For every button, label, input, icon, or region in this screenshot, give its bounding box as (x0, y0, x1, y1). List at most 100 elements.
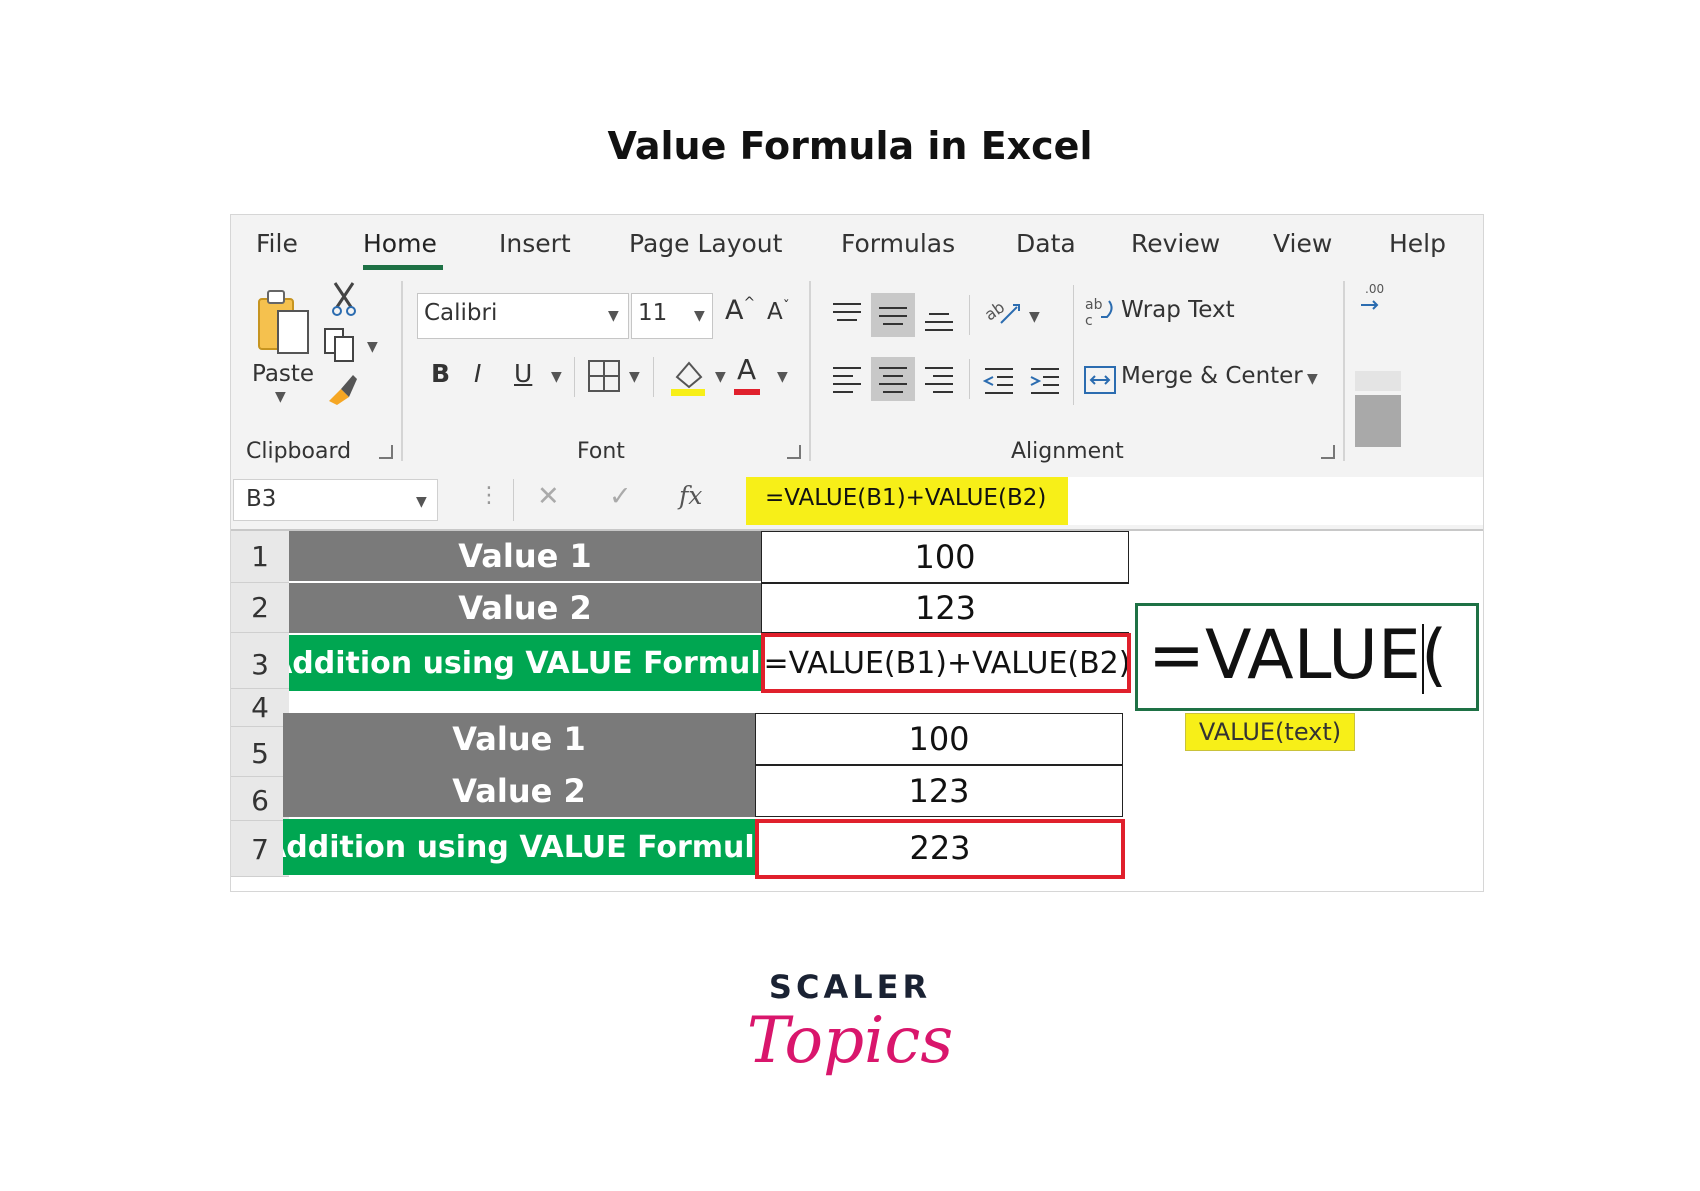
label-cell-addition[interactable]: Addition using VALUE Formula (289, 635, 761, 691)
font-name-value: Calibri (424, 300, 498, 326)
align-right-icon[interactable] (923, 363, 957, 397)
cancel-icon[interactable]: ✕ (537, 481, 560, 512)
font-color-swatch (734, 389, 760, 395)
value-cell-b2[interactable]: 123 (761, 583, 1129, 633)
scaler-logo-text: SCALER (768, 968, 932, 1006)
label-cell-value-1[interactable]: Value 1 (283, 713, 755, 765)
increase-decimal-icon[interactable]: .00 (1359, 279, 1389, 315)
svg-text:c: c (1085, 313, 1093, 329)
ribbon-scroll-area (1355, 371, 1401, 391)
borders-dropdown-icon[interactable]: ▼ (629, 369, 640, 385)
name-box[interactable]: B3 ▼ (233, 479, 438, 521)
tab-formulas[interactable]: Formulas (841, 229, 955, 258)
wrap-text-icon[interactable]: ab c (1083, 295, 1117, 329)
borders-icon[interactable] (587, 359, 621, 393)
orientation-dropdown-icon[interactable]: ▼ (1029, 309, 1040, 325)
tab-review[interactable]: Review (1131, 229, 1220, 258)
enter-icon[interactable]: ✓ (609, 481, 632, 512)
bold-button[interactable]: B (431, 359, 450, 388)
increase-indent-icon[interactable] (1029, 363, 1063, 397)
menu-tab-bar: File Home Insert Page Layout Formulas Da… (231, 215, 1483, 271)
separator (969, 359, 970, 399)
tab-home[interactable]: Home (363, 229, 437, 258)
row-header[interactable]: 2 (231, 583, 289, 633)
separator (809, 281, 811, 461)
label-cell-value-2[interactable]: Value 2 (289, 583, 761, 633)
name-box-dropdown-icon[interactable]: ▼ (416, 494, 427, 510)
italic-button[interactable]: I (474, 359, 481, 388)
fill-color-dropdown-icon[interactable]: ▼ (715, 369, 726, 385)
value-cell-b6[interactable]: 123 (755, 765, 1123, 817)
wrap-text-button[interactable]: Wrap Text (1121, 297, 1235, 323)
ribbon-scroll-thumb[interactable] (1355, 395, 1401, 447)
fill-color-icon[interactable] (669, 355, 709, 397)
formula-bar: B3 ▼ ⋮ ✕ ✓ fx =VALUE(B1)+VALUE(B2) (231, 473, 1483, 529)
label-cell-addition[interactable]: Addition using VALUE Formula (283, 819, 755, 875)
increase-font-icon[interactable]: A^ (725, 295, 755, 326)
font-size-value: 11 (638, 300, 668, 326)
active-tab-indicator (363, 265, 443, 270)
value-cell-b5[interactable]: 100 (755, 713, 1123, 765)
underline-dropdown-icon[interactable]: ▼ (551, 369, 562, 385)
align-center-icon[interactable] (877, 363, 911, 397)
paste-dropdown-icon[interactable]: ▼ (275, 389, 286, 405)
separator (574, 357, 575, 397)
copy-dropdown-icon[interactable]: ▼ (367, 339, 378, 355)
separator (401, 281, 403, 461)
tab-file[interactable]: File (256, 229, 298, 258)
tab-view[interactable]: View (1273, 229, 1332, 258)
merge-center-dropdown-icon[interactable]: ▼ (1307, 371, 1318, 387)
svg-text:.00: .00 (1365, 282, 1384, 296)
svg-text:ab: ab (1085, 297, 1103, 313)
value-cell-b1[interactable]: 100 (761, 531, 1129, 583)
font-color-icon[interactable]: A (737, 353, 756, 386)
font-name-select[interactable]: Calibri ▼ (417, 293, 629, 339)
top-align-icon[interactable] (831, 299, 865, 333)
label-cell-value-1[interactable]: Value 1 (289, 531, 761, 581)
tab-data[interactable]: Data (1016, 229, 1076, 258)
excel-screenshot: File Home Insert Page Layout Formulas Da… (230, 214, 1484, 892)
row-header[interactable]: 4 (231, 689, 289, 727)
font-color-dropdown-icon[interactable]: ▼ (777, 369, 788, 385)
middle-align-icon[interactable] (877, 299, 911, 333)
insert-function-icon[interactable]: fx (679, 481, 702, 510)
tab-help[interactable]: Help (1389, 229, 1446, 258)
separator (653, 357, 654, 397)
align-left-icon[interactable] (831, 363, 865, 397)
decrease-indent-icon[interactable] (983, 363, 1017, 397)
decrease-font-icon[interactable]: Aˇ (767, 299, 790, 325)
paste-button[interactable] (256, 287, 316, 357)
separator (1343, 281, 1345, 461)
bottom-align-icon[interactable] (923, 299, 957, 333)
format-painter-icon[interactable] (325, 371, 361, 407)
merge-center-button[interactable]: Merge & Center (1121, 363, 1303, 389)
font-size-select[interactable]: 11 ▼ (631, 293, 713, 339)
font-name-dropdown-icon[interactable]: ▼ (608, 308, 619, 324)
alignment-launcher-icon[interactable] (1321, 445, 1335, 459)
separator (513, 479, 514, 521)
row-header[interactable]: 1 (231, 531, 289, 583)
label-cell-value-2[interactable]: Value 2 (283, 765, 755, 817)
copy-icon[interactable] (323, 327, 359, 363)
clipboard-launcher-icon[interactable] (379, 445, 393, 459)
font-launcher-icon[interactable] (787, 445, 801, 459)
page-title: Value Formula in Excel (607, 124, 1093, 168)
row-header[interactable]: 7 (231, 821, 289, 877)
cell-edit-box[interactable]: =VALUE( (1135, 603, 1479, 711)
function-tooltip: VALUE(text) (1185, 713, 1355, 751)
name-box-value: B3 (246, 486, 277, 512)
row-header[interactable]: 6 (231, 777, 289, 821)
cut-icon[interactable] (329, 281, 359, 317)
merge-center-icon[interactable] (1083, 363, 1117, 397)
underline-button[interactable]: U (514, 359, 532, 388)
font-size-dropdown-icon[interactable]: ▼ (694, 308, 705, 324)
row-header[interactable]: 5 (231, 727, 289, 777)
tab-insert[interactable]: Insert (499, 229, 571, 258)
clipboard-group-label: Clipboard (246, 439, 352, 464)
paste-icon (258, 290, 309, 354)
orientation-icon[interactable]: ab (983, 293, 1023, 333)
tab-page-layout[interactable]: Page Layout (629, 229, 782, 258)
row-header[interactable]: 3 (231, 633, 289, 689)
alignment-group-label: Alignment (1011, 439, 1124, 464)
paste-label: Paste (252, 361, 315, 387)
